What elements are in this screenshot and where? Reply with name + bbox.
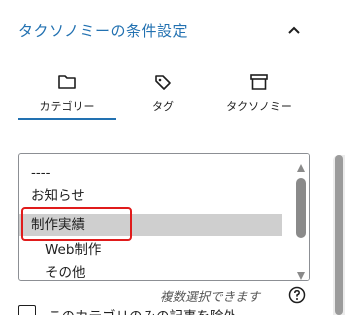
- folder-icon: [57, 72, 77, 92]
- tab-taxonomy[interactable]: タクソノミー: [210, 62, 308, 120]
- list-option-label: その他: [45, 265, 86, 281]
- list-option-label: Web制作: [45, 242, 102, 258]
- category-listbox[interactable]: ---- お知らせ 制作実績 Web制作 その他: [18, 153, 310, 281]
- list-option[interactable]: その他: [19, 262, 282, 281]
- panel-title: タクソノミーの条件設定: [18, 22, 189, 40]
- tab-taxonomy-label: タクソノミー: [226, 100, 292, 113]
- list-option-label: ----: [31, 165, 51, 181]
- multi-select-hint: 複数選択できます: [160, 289, 261, 304]
- tab-category[interactable]: カテゴリー: [18, 62, 116, 120]
- list-option-label: 制作実績: [31, 217, 85, 233]
- page-scrollbar[interactable]: [333, 155, 345, 315]
- list-option-selected[interactable]: 制作実績: [19, 214, 282, 236]
- list-option-label: お知らせ: [31, 188, 85, 204]
- tag-icon: [153, 72, 173, 92]
- list-option[interactable]: ----: [19, 162, 282, 184]
- taxonomy-tabs: カテゴリー タグ タクソノミー: [18, 62, 308, 120]
- tab-category-label: カテゴリー: [39, 100, 95, 113]
- scroll-up-arrow-icon[interactable]: [296, 158, 306, 172]
- scroll-down-arrow-icon[interactable]: [296, 266, 306, 280]
- help-icon[interactable]: [288, 286, 306, 304]
- exclude-checkbox[interactable]: [18, 305, 36, 315]
- collapse-button[interactable]: [282, 18, 306, 40]
- tab-tag[interactable]: タグ: [116, 62, 210, 120]
- exclude-checkbox-label: このカテゴリのみの記事を除外: [48, 305, 237, 315]
- list-option[interactable]: お知らせ: [19, 185, 282, 207]
- taxonomy-condition-panel: タクソノミーの条件設定 カテゴリー タグ タクソノミー ---- お知らせ 制作…: [0, 0, 345, 315]
- tab-tag-label: タグ: [152, 100, 174, 113]
- archive-icon: [249, 72, 269, 92]
- chevron-up-icon: [287, 20, 301, 39]
- page-scroll-thumb[interactable]: [335, 155, 343, 315]
- listbox-scroll-thumb[interactable]: [296, 178, 306, 238]
- list-option[interactable]: Web制作: [19, 239, 282, 261]
- listbox-scrollbar[interactable]: [293, 154, 309, 280]
- exclude-option-row: このカテゴリのみの記事を除外: [18, 305, 338, 315]
- panel-header[interactable]: タクソノミーの条件設定: [0, 0, 345, 62]
